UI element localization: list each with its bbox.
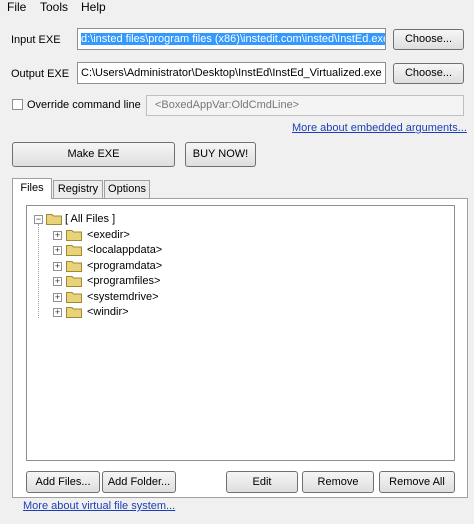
make-exe-button[interactable]: Make EXE <box>12 142 175 167</box>
buy-now-button[interactable]: BUY NOW! <box>185 142 256 167</box>
menu-tools[interactable]: Tools <box>40 0 68 16</box>
override-label: Override command line <box>27 99 141 111</box>
folder-icon <box>46 214 62 225</box>
folder-icon <box>66 261 82 272</box>
output-exe-value: C:\Users\Administrator\Desktop\InstEd\In… <box>81 67 382 79</box>
tree-item-localappdata[interactable]: <localappdata> <box>87 242 162 258</box>
output-exe-choose-button[interactable]: Choose... <box>393 63 464 84</box>
tree-root-label[interactable]: [ All Files ] <box>65 211 115 227</box>
override-placeholder: <BoxedAppVar:OldCmdLine> <box>155 99 300 111</box>
expand-icon[interactable]: + <box>53 293 62 302</box>
remove-all-button[interactable]: Remove All <box>379 471 455 493</box>
expand-icon[interactable]: + <box>53 246 62 255</box>
input-exe-choose-button[interactable]: Choose... <box>393 29 464 50</box>
folder-icon <box>66 245 82 256</box>
add-files-button[interactable]: Add Files... <box>26 471 100 493</box>
menu-file[interactable]: File <box>7 0 26 16</box>
tree-item-systemdrive[interactable]: <systemdrive> <box>87 289 159 305</box>
menu-help[interactable]: Help <box>81 0 106 16</box>
expand-icon[interactable]: + <box>53 262 62 271</box>
tab-options[interactable]: Options <box>104 180 150 198</box>
input-exe-label: Input EXE <box>11 34 61 46</box>
override-checkbox[interactable] <box>12 99 23 110</box>
collapse-icon[interactable]: − <box>34 215 43 224</box>
remove-button[interactable]: Remove <box>302 471 374 493</box>
file-tree[interactable]: − [ All Files ] + <exedir> + <localappda… <box>26 205 455 461</box>
output-exe-field[interactable]: C:\Users\Administrator\Desktop\InstEd\In… <box>77 62 386 84</box>
expand-icon[interactable]: + <box>53 308 62 317</box>
expand-icon[interactable]: + <box>53 277 62 286</box>
output-exe-label: Output EXE <box>11 68 70 80</box>
edit-button[interactable]: Edit <box>226 471 298 493</box>
tree-connector <box>38 224 39 318</box>
expand-icon[interactable]: + <box>53 231 62 240</box>
folder-icon <box>66 307 82 318</box>
tab-registry[interactable]: Registry <box>53 180 103 198</box>
add-folder-button[interactable]: Add Folder... <box>102 471 176 493</box>
tree-item-windir[interactable]: <windir> <box>87 304 129 320</box>
folder-icon <box>66 292 82 303</box>
input-exe-field[interactable]: d:\insted files\program files (x86)\inst… <box>77 28 386 50</box>
virtual-fs-link[interactable]: More about virtual file system... <box>23 500 175 512</box>
folder-icon <box>66 276 82 287</box>
menu-bar: File Tools Help <box>0 0 474 16</box>
folder-icon <box>66 230 82 241</box>
tree-item-exedir[interactable]: <exedir> <box>87 227 130 243</box>
tree-item-programfiles[interactable]: <programfiles> <box>87 273 160 289</box>
input-exe-value: d:\insted files\program files (x86)\inst… <box>81 33 385 45</box>
tab-files[interactable]: Files <box>12 178 52 199</box>
embedded-args-link[interactable]: More about embedded arguments... <box>292 122 467 134</box>
override-command-field[interactable]: <BoxedAppVar:OldCmdLine> <box>146 95 464 116</box>
tree-item-programdata[interactable]: <programdata> <box>87 258 162 274</box>
